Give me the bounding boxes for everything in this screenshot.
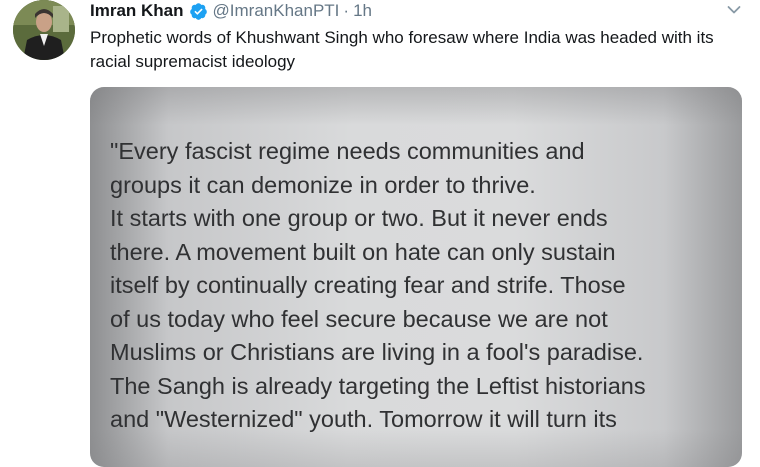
- tweet-timestamp[interactable]: 1h: [353, 1, 372, 21]
- verified-badge-icon: [189, 2, 207, 20]
- separator-dot: ·: [343, 1, 350, 20]
- tweet-image[interactable]: "Every fascist regime needs communities …: [90, 87, 742, 467]
- quote-line: itself by continually creating fear and …: [110, 272, 626, 298]
- quote-line: "Every fascist regime needs communities …: [110, 138, 585, 164]
- tweet: Imran Khan @ImranKhanPTI · 1h Prophetic …: [0, 0, 760, 467]
- tweet-text: Prophetic words of Khushwant Singh who f…: [90, 28, 714, 71]
- quote-line: It starts with one group or two. But it …: [110, 205, 608, 231]
- avatar[interactable]: [13, 0, 75, 60]
- quote-line: there. A movement built on hate can only…: [110, 238, 616, 265]
- quote-line: groups it can demonize in order to thriv…: [110, 171, 536, 198]
- profile-photo: [13, 0, 75, 60]
- tweet-header: Imran Khan @ImranKhanPTI · 1h: [90, 0, 372, 22]
- chevron-down-icon[interactable]: [726, 2, 742, 18]
- author-name[interactable]: Imran Khan: [90, 1, 184, 21]
- quote-line: and "Westernized" youth. Tomorrow it wil…: [110, 406, 617, 432]
- quote-text: "Every fascist regime needs communities …: [110, 135, 730, 437]
- author-handle[interactable]: @ImranKhanPTI: [213, 1, 340, 21]
- quote-line: Muslims or Christians are living in a fo…: [110, 339, 644, 365]
- quote-line: of us today who feel secure because we a…: [110, 305, 608, 332]
- quote-line: The Sangh is already targeting the Lefti…: [110, 372, 646, 399]
